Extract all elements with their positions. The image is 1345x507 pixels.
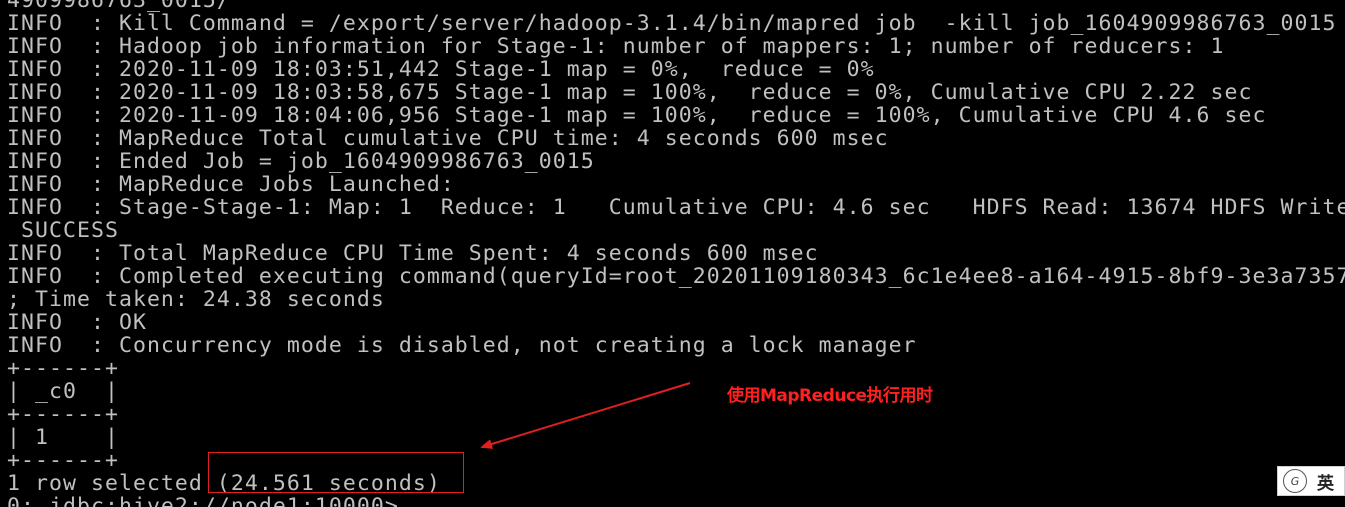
terminal-line: INFO : Stage-Stage-1: Map: 1 Reduce: 1 C… — [7, 195, 1345, 220]
terminal-line: INFO : 2020-11-09 18:04:06,956 Stage-1 m… — [7, 103, 1267, 128]
terminal-line: INFO : Ended Job = job_1604909986763_001… — [7, 149, 595, 174]
ime-logo-icon: G — [1283, 469, 1307, 493]
terminal-line: INFO : 2020-11-09 18:03:51,442 Stage-1 m… — [7, 57, 875, 82]
terminal-line: | _c0 | — [7, 379, 119, 404]
terminal-line: INFO : Total MapReduce CPU Time Spent: 4… — [7, 241, 819, 266]
terminal-output[interactable]: 4909986763_0015/INFO : Kill Command = /e… — [7, 0, 1345, 507]
terminal-line: INFO : OK — [7, 310, 147, 335]
terminal-line: INFO : Hadoop job information for Stage-… — [7, 34, 1225, 59]
highlight-box — [208, 452, 464, 493]
terminal-line: ; Time taken: 24.38 seconds — [7, 287, 385, 312]
terminal-line: +------+ — [7, 402, 119, 427]
terminal-line: SUCCESS — [7, 218, 119, 243]
terminal-line: 0: jdbc:hive2://node1:10000> — [7, 494, 399, 507]
terminal-line: INFO : MapReduce Jobs Launched: — [7, 172, 455, 197]
ime-mode-label: 英 — [1317, 473, 1334, 494]
terminal-window[interactable]: 4909986763_0015/INFO : Kill Command = /e… — [0, 0, 1345, 507]
terminal-line: | 1 | — [7, 425, 119, 450]
terminal-line: INFO : Kill Command = /export/server/had… — [7, 11, 1337, 36]
terminal-line: INFO : Completed executing command(query… — [7, 264, 1345, 289]
terminal-line: INFO : MapReduce Total cumulative CPU ti… — [7, 126, 889, 151]
terminal-line: +------+ — [7, 356, 119, 381]
ime-indicator[interactable]: G 英 — [1277, 466, 1345, 496]
terminal-line: INFO : 2020-11-09 18:03:58,675 Stage-1 m… — [7, 80, 1253, 105]
annotation-label: 使用MapReduce执行用时 — [727, 386, 933, 406]
terminal-line: INFO : Concurrency mode is disabled, not… — [7, 333, 917, 358]
